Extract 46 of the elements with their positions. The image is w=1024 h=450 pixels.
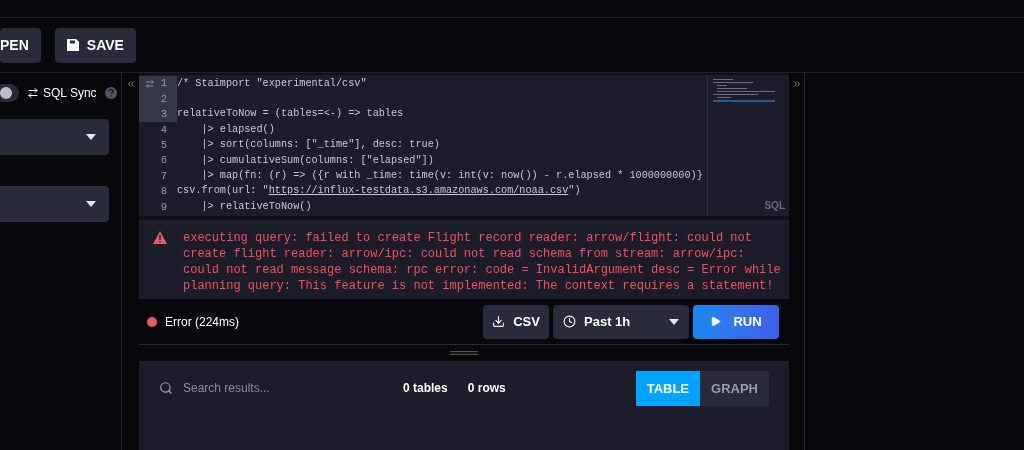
save-button[interactable]: SAVE <box>54 27 136 63</box>
code-line: |> sort(columns: ["_time"], desc: true) <box>200 138 441 153</box>
line-number: 1 <box>139 76 177 92</box>
caret-icon <box>86 134 96 140</box>
save-icon <box>66 39 79 51</box>
line-number: 8 <box>159 184 168 200</box>
run-button[interactable]: RUN <box>693 304 779 339</box>
code-line: |> map(fn: (r) => ({r with _time: time(v: int(v: now()) - r.elapsed * 1000000000)} <box>200 168 704 183</box>
search-icon <box>159 381 173 395</box>
line-number: 7 <box>159 168 168 184</box>
line-number: 9 <box>159 199 168 215</box>
help-icon[interactable] <box>104 87 117 99</box>
error-message: executing query: failed to create Flight record reader: arrow/flight: could not create flight reader: arrow/ipc: could not read schema from stream: arrow/ipc: could not read message schema: rpc error: code = InvalidArgument desc = Error while planning query: This feature is not implemented: The context requires a statement! <box>183 230 781 295</box>
collapse-icon[interactable] <box>125 79 136 89</box>
sql-sync-label: SQL Sync <box>43 85 97 102</box>
open-button[interactable]: PEN <box>0 27 41 63</box>
code-line: |> relativeToNow() <box>200 199 313 214</box>
search-field[interactable]: Search results... <box>183 379 363 397</box>
csv-button[interactable]: CSV <box>483 304 549 339</box>
line-number: 4 <box>159 122 168 138</box>
tables-count: 0 tables <box>403 380 448 397</box>
wrap-icon[interactable] <box>144 78 155 89</box>
code-line: relativeToNow = (tables=<-) => tables <box>177 107 405 122</box>
caret-icon <box>669 318 679 325</box>
clock-icon <box>563 315 576 328</box>
play-icon <box>710 316 722 327</box>
expand-icon[interactable] <box>791 79 802 89</box>
line-number: 2 <box>139 91 177 107</box>
download-icon <box>492 315 506 328</box>
minimap-drawing[interactable] <box>713 79 775 103</box>
language-label: SQL <box>764 199 785 213</box>
status-text: Error (224ms) <box>165 313 239 331</box>
warning-icon <box>153 231 167 244</box>
code-line: /* Staimport "experimental/csv" <box>177 76 368 91</box>
sql-sync-toggle[interactable] <box>0 84 19 102</box>
line-number: 6 <box>159 153 168 169</box>
line-number: 5 <box>159 138 168 153</box>
caret-icon <box>86 201 96 207</box>
code-line: |> cumulativeSum(columns: ["elapsed"]) <box>200 153 435 168</box>
rows-count: 0 rows <box>467 380 506 397</box>
time-range-dropdown[interactable]: Past 1h <box>553 304 689 339</box>
code-line: |> elapsed() <box>200 122 276 137</box>
view-tab[interactable]: GRAPH <box>700 371 769 406</box>
code-line: csv.from(url: "https://influx-testdata.s3.amazonaws.com/noaa.csv") <box>177 184 582 199</box>
sync-icon <box>27 87 39 99</box>
resize-handle[interactable] <box>450 351 478 355</box>
